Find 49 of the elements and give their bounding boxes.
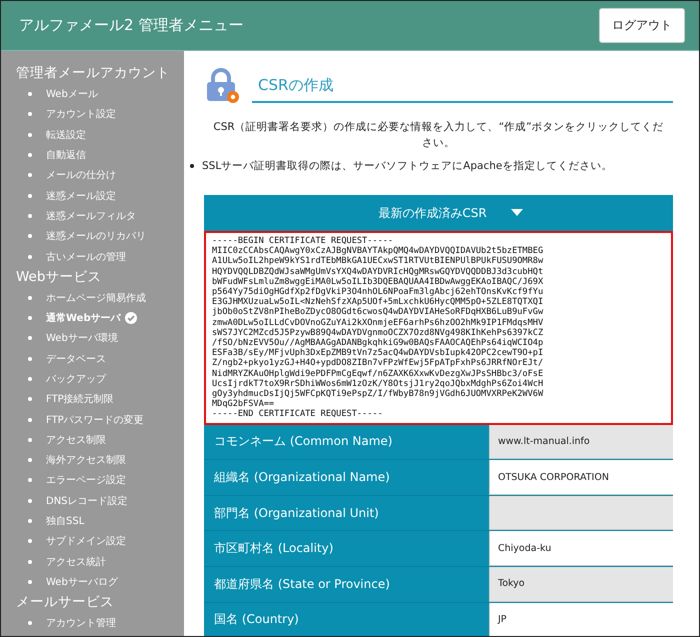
sidebar-item[interactable]: ホームページ簡易作成 [46, 290, 146, 305]
csr-panel-header[interactable]: 最新の作成済みCSR [204, 195, 673, 231]
sidebar-item[interactable]: 迷惑メールのリカバリ [46, 229, 146, 244]
field-label: 国名 (Country) [204, 602, 489, 636]
sidebar-item[interactable]: DNSレコード設定 [46, 494, 128, 508]
sidebar-item[interactable]: 海外アクセス制限 [46, 453, 126, 468]
field-value: OTSUKA CORPORATION [489, 460, 673, 495]
sidebar-item[interactable]: データベース [46, 352, 106, 366]
sidebar-heading: 管理者メールアカウント [16, 64, 171, 83]
sidebar-item[interactable]: アカウント管理 [46, 616, 116, 630]
sidebar-item[interactable]: サブドメイン設定 [46, 534, 126, 548]
sidebar-item[interactable]: Webサーバログ [46, 574, 118, 589]
sidebar-heading: メールサービス [16, 593, 115, 612]
field-label: 部門名 (Organizational Unit) [204, 496, 489, 530]
app-title: アルファメール2 管理者メニュー [19, 16, 244, 35]
field-value: www.lt-manual.info [489, 424, 673, 460]
field-value: Tokyo [489, 567, 673, 602]
field-label: 組織名 (Organizational Name) [204, 460, 489, 495]
csr-text: -----BEGIN CERTIFICATE REQUEST----- MIIC0zCCAbsCAQAwgY0xCzAJBgNVBAYTAkpQMQ4wDAYDVQQIDAVUb2t5bzETMBEG A1ULw5oIL2hpeW9kYS1rdTEbMBkGA1UECxwST1RTVUtBIENPUlBPUkFUSU9OMR8w HQYDVQQLDBZQdWJsaWMgUmVsYXQ4wDAYDVRIcHQgMRswGQYDVQQDDBJ3d3cubHQt bWFudWFsLmluZm8wggEiMA0Lw5oILIb3DQEBAQUAA4IBDwAwggEKAoIBAQC/J69X p564Yy75diOgHGdfXp2fDgVkiP3O4nhOL6NPoaFm3lgAbcj62ehTOnsKvKcf9fYu E3GJHMXUzuaLw5oIL<NzNehSfzXAp5UOf+5mLxchkU6HycQMM5pO+5ZLE8TQTXQI jbOb0oStZV8nPIheBoZDycO8OGdt6cwosQ4wDAYDVIAHeSoRFDqHXB6LuB9uFvGw zmwA0DLw5oILLdCvDOVnoGZuYAi2kXOnmjeEF6arhPs6hzOO2hMk9IP1FMdqsMHV sWS7JYC2MZcd5J5PzywB89Q4wDAYDVgnmoOCZX7Ozd8NVg498KIhKehPs6397kCZ /fSO/bNzEVV5Ou//AgMBAAGgADANBgkqhkiG9w0BAQsFAAOCAQEhPs64iqWCIO4p ESFa3B/sEy/MFjvUph3DxEpZMB9tVn7z5acQ4wDAYDVsbIupk42OPC2cewT9O+pI Z/ngb2+pkyo1yzGJ+H4O+ypdDO8ZIBn7vFPzWfEwj5FpATpFxhPs6JRRfNOrEJt/ NidMRYZKAuOHplgWdi9ePDFPmCgEqwf/n6ZAXK6XxwKvDezgXwJPsSHBbc3/oFsE UcsIjrdkT7toX9RrSDhiWWos6mW1zOzK/Y8OtsjJ1ry2qoJQbxMdghPs6Zoi4WcH gOy3yhdmucDsIjQj5WFCpKQTi9ePspZ/I/fWbyB78n9jVGdh6JUOMVXRPeK2WV6W MDqG2bFSVA== -----END CERTIFICATE REQUEST----- [204, 231, 673, 425]
sidebar-item[interactable]: メールの仕分け [46, 168, 116, 182]
sidebar-item[interactable]: 自動返信 [46, 148, 86, 162]
sidebar-item[interactable]: アクセス統計 [46, 554, 106, 569]
sidebar-item[interactable]: 転送設定 [46, 128, 86, 142]
field-label: 市区町村名 (Locality) [204, 531, 489, 566]
logout-button[interactable]: ログアウト [599, 8, 685, 43]
field-label: コモンネーム (Common Name) [204, 424, 489, 460]
sidebar-item[interactable]: エラーページ設定 [46, 473, 126, 488]
sidebar-item[interactable]: 通常Webサーバ [46, 311, 121, 326]
sidebar-item[interactable]: Webサーバ環境 [46, 331, 118, 346]
sidebar-heading: Webサービス [16, 268, 102, 287]
sidebar-item[interactable]: アカウント設定 [46, 107, 116, 122]
sidebar-item[interactable]: Webメール [46, 87, 98, 102]
check-icon [124, 312, 137, 324]
sidebar-item[interactable]: バックアップ [46, 372, 106, 386]
description-text: CSR（証明書署名要求）の作成に必要な情報を入力して、“作成”ボタンをクリックしてください。 [212, 120, 665, 151]
sidebar-item[interactable]: アクセス制限 [46, 432, 106, 447]
field-value: Chiyoda-ku [489, 531, 673, 566]
lock-gear-icon [204, 68, 240, 104]
sidebar-item[interactable]: FTP接続元制限 [46, 392, 114, 406]
sidebar-item[interactable]: 迷惑メールフィルタ [46, 208, 136, 223]
caret-icon [510, 209, 523, 217]
sidebar-item[interactable]: 迷惑メール設定 [46, 188, 116, 203]
sidebar-item[interactable]: FTPパスワードの変更 [46, 412, 144, 427]
note-text: SSLサーバ証明書取得の際は、サーバソフトウェアにApacheを指定してください。 [202, 159, 612, 173]
sidebar-item[interactable]: 古いメールの管理 [46, 250, 126, 264]
sidebar-item[interactable]: 独自SSL [46, 514, 84, 528]
field-label: 都道府県名 (State or Province) [204, 567, 489, 602]
page-title: CSRの作成 [252, 70, 673, 102]
panel-title: 最新の作成済みCSR [378, 204, 487, 222]
